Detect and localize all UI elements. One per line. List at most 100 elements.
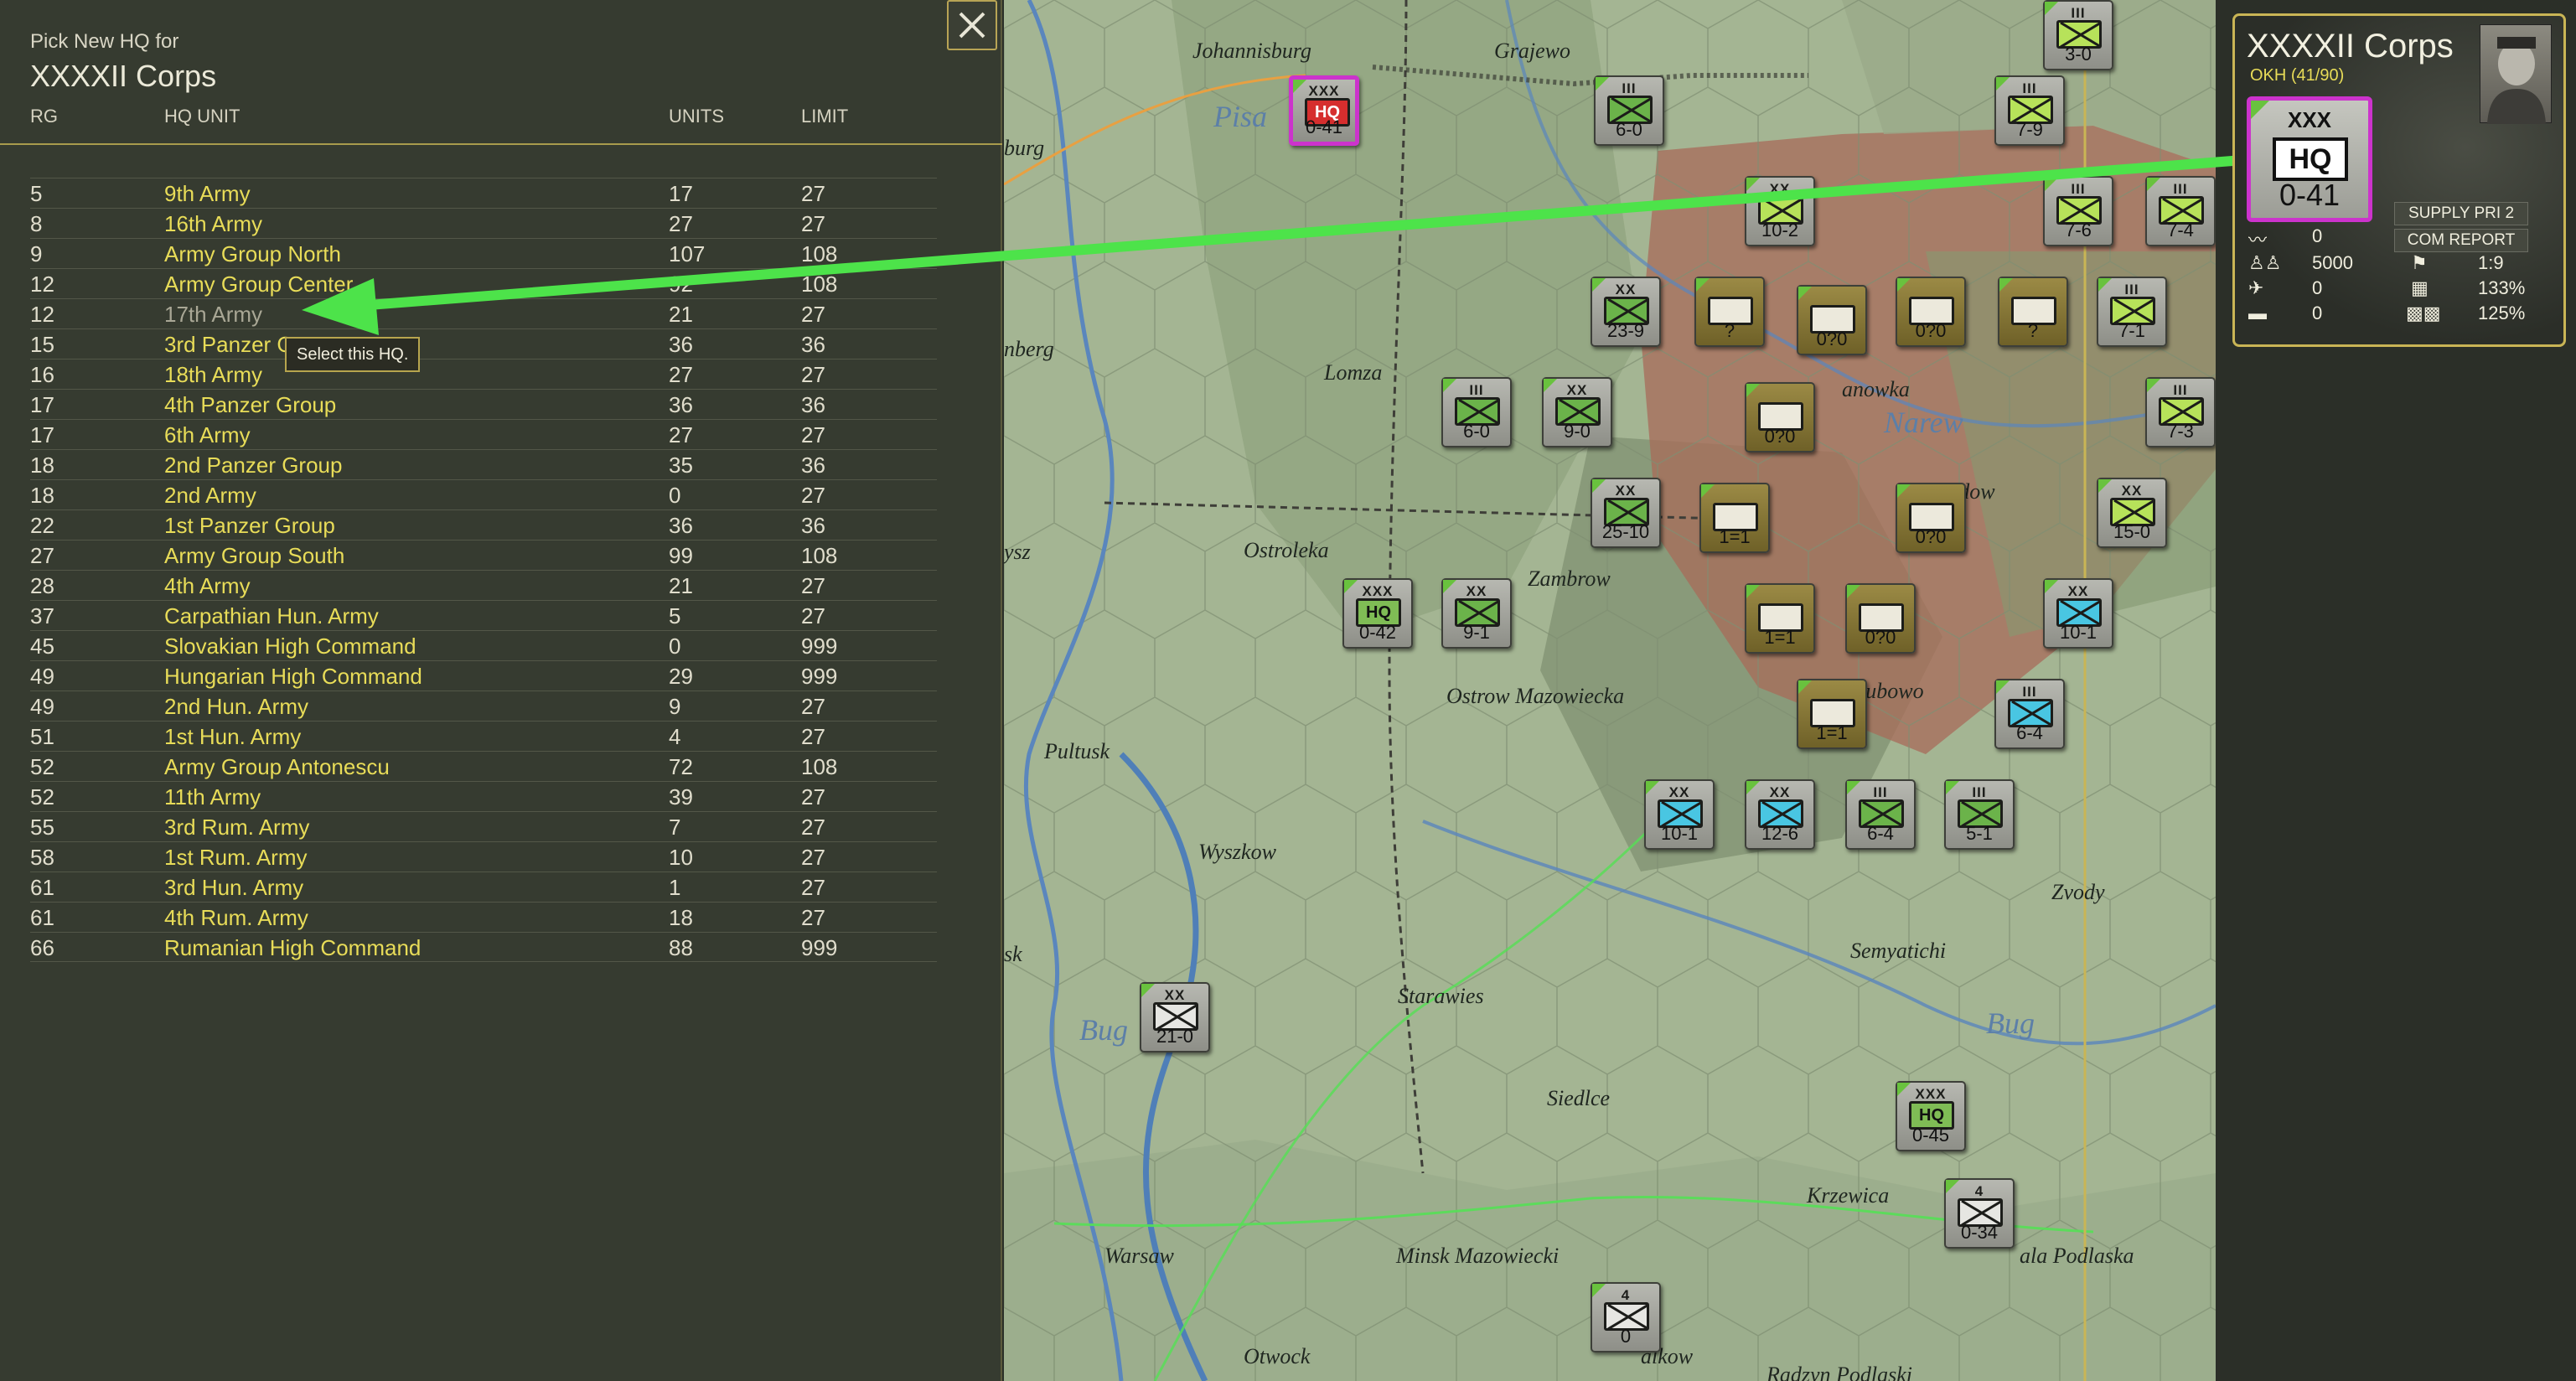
column-header-units[interactable]: UNITS (669, 106, 724, 127)
hq-row[interactable]: 49 Hungarian High Command 29 999 (30, 660, 937, 690)
hq-row[interactable]: 8 16th Army 27 27 (30, 208, 937, 238)
hq-counter-large[interactable]: XXX HQ 0-41 (2247, 96, 2372, 222)
town-label: Ostrow Mazowiecka (1446, 684, 1625, 708)
unit-counter[interactable]: III 7-3 (2145, 377, 2216, 447)
unit-counter[interactable]: 0?0 (1797, 285, 1867, 355)
unit-counter[interactable]: III 3-0 (2043, 0, 2113, 70)
town-label: Ostroleka (1244, 538, 1329, 562)
hq-row[interactable]: 16 18th Army 27 27 (30, 359, 937, 389)
unit-strength: 10-1 (1660, 823, 1699, 844)
hq-row[interactable]: 15 3rd Panzer Group 36 36 (30, 328, 937, 359)
nation-flag-corner (1701, 484, 1715, 498)
unit-counter[interactable]: XX 10-1 (1644, 779, 1715, 850)
hq-row[interactable]: 51 1st Hun. Army 4 27 (30, 721, 937, 751)
unit-counter[interactable]: III 6-0 (1441, 377, 1512, 447)
unit-counter[interactable]: ? (1998, 277, 2068, 347)
town-label: Otwock (1244, 1344, 1311, 1368)
unit-counter[interactable]: 0?0 (1896, 483, 1966, 553)
town-label: Zvody (2051, 880, 2105, 904)
unit-counter[interactable]: 1=1 (1699, 483, 1770, 553)
hq-row[interactable]: 27 Army Group South 99 108 (30, 540, 937, 570)
hq-row-limit: 27 (801, 362, 825, 387)
hq-row-units: 17 (669, 181, 693, 206)
unit-counter[interactable]: ? (1694, 277, 1765, 347)
hq-row[interactable]: 17 6th Army 27 27 (30, 419, 937, 449)
close-button[interactable] (947, 0, 997, 50)
unit-echelon: III (2124, 282, 2139, 297)
unit-strength: 10-1 (2059, 622, 2098, 643)
column-header-rg[interactable]: RG (30, 106, 58, 127)
unit-counter[interactable]: 1=1 (1797, 679, 1867, 749)
hq-row[interactable]: 18 2nd Panzer Group 35 36 (30, 449, 937, 479)
unit-counter[interactable]: 0?0 (1745, 382, 1815, 453)
hq-row-limit: 108 (801, 754, 838, 779)
hq-row[interactable]: 22 1st Panzer Group 36 36 (30, 509, 937, 540)
commander-portrait[interactable] (2480, 24, 2552, 124)
strategic-map[interactable]: JohannisburgGrajewoburgnbergLomzaanowkab… (1004, 0, 2216, 1381)
hq-picker-panel: Pick New HQ for XXXXII Corps RG HQ UNIT … (0, 0, 1002, 1381)
hq-row[interactable]: 58 1st Rum. Army 10 27 (30, 841, 937, 872)
unit-counter[interactable]: XX 10-1 (2043, 578, 2113, 649)
unit-counter[interactable]: III 7-6 (2043, 176, 2113, 246)
hq-row[interactable]: 5 9th Army 17 27 (30, 178, 937, 208)
hq-row[interactable]: 66 Rumanian High Command 88 999 (30, 932, 937, 962)
hq-row[interactable]: 49 2nd Hun. Army 9 27 (30, 690, 937, 721)
hq-row[interactable]: 45 Slovakian High Command 0 999 (30, 630, 937, 660)
selected-unit-card[interactable]: XXXXII Corps OKH (41/90) XXX HQ 0-41 SUP… (2232, 13, 2566, 347)
unit-counter[interactable]: III 6-0 (1594, 75, 1664, 146)
unit-counter[interactable]: XX 9-0 (1542, 377, 1612, 447)
hq-row-name: 4th Panzer Group (164, 392, 337, 417)
hq-row-name: 4th Rum. Army (164, 905, 308, 930)
town-label: Grajewo (1494, 39, 1570, 63)
unit-counter[interactable]: 0?0 (1845, 583, 1916, 654)
unit-counter[interactable]: 0?0 (1896, 277, 1966, 347)
unit-counter[interactable]: III 7-4 (2145, 176, 2216, 246)
hq-row[interactable]: 52 Army Group Antonescu 72 108 (30, 751, 937, 781)
hq-row-limit: 27 (801, 815, 825, 840)
hq-row[interactable]: 55 3rd Rum. Army 7 27 (30, 811, 937, 841)
hq-row[interactable]: 61 3rd Hun. Army 1 27 (30, 872, 937, 902)
town-label: ala Podlaska (2020, 1244, 2134, 1268)
hq-row-name: 16th Army (164, 211, 263, 236)
unit-counter[interactable]: XX 23-9 (1591, 277, 1661, 347)
unit-counter[interactable]: XXX HQ 0-41 (1289, 75, 1359, 146)
unit-strength: 15-0 (2113, 521, 2151, 542)
hq-row-units: 1 (669, 875, 681, 900)
hq-row[interactable]: 61 4th Rum. Army 18 27 (30, 902, 937, 932)
unit-counter[interactable]: III 5-1 (1944, 779, 2015, 850)
hq-strength: 0-41 (2279, 178, 2341, 212)
hq-row-name: 2nd Hun. Army (164, 694, 308, 719)
supply-priority-button[interactable]: SUPPLY PRI 2 (2394, 202, 2528, 225)
unit-counter[interactable]: 40 (1591, 1282, 1661, 1353)
unit-counter[interactable]: III 7-9 (1994, 75, 2065, 146)
unit-counter[interactable]: 4 0-34 (1944, 1178, 2015, 1249)
unit-counter[interactable]: XX 9-1 (1441, 578, 1512, 649)
hq-row-name: 1st Rum. Army (164, 845, 308, 870)
hq-row-limit: 108 (801, 543, 838, 568)
unit-counter[interactable]: XXX HQ 0-42 (1342, 578, 1413, 649)
hq-row[interactable]: 9 Army Group North 107 108 (30, 238, 937, 268)
unit-counter[interactable]: III 6-4 (1845, 779, 1916, 850)
unit-counter[interactable]: XX 15-0 (2097, 478, 2167, 548)
unit-echelon: III (1622, 80, 1637, 96)
com-report-button[interactable]: COM REPORT (2394, 229, 2528, 252)
hq-row[interactable]: 12 Army Group Center 92 108 (30, 268, 937, 298)
unit-counter[interactable]: XX 10-2 (1745, 176, 1815, 246)
column-header-limit[interactable]: LIMIT (801, 106, 848, 127)
unit-counter[interactable]: XXX HQ 0-45 (1896, 1081, 1966, 1151)
hq-row[interactable]: 18 2nd Army 0 27 (30, 479, 937, 509)
unit-counter[interactable]: XX 25-10 (1591, 478, 1661, 548)
hq-row[interactable]: 37 Carpathian Hun. Army 5 27 (30, 600, 937, 630)
unit-counter[interactable]: XX 12-6 (1745, 779, 1815, 850)
hq-row[interactable]: 12 17th Army 21 27 (30, 298, 937, 328)
hq-row[interactable]: 28 4th Army 21 27 (30, 570, 937, 600)
hq-row-units: 5 (669, 603, 681, 628)
hq-symbol: HQ (2273, 137, 2348, 181)
unit-counter[interactable]: III 6-4 (1994, 679, 2065, 749)
unit-counter[interactable]: XX 21-0 (1140, 982, 1210, 1053)
column-header-hq-unit[interactable]: HQ UNIT (164, 106, 240, 127)
hq-row[interactable]: 52 11th Army 39 27 (30, 781, 937, 811)
unit-counter[interactable]: III 7-1 (2097, 277, 2167, 347)
hq-row[interactable]: 17 4th Panzer Group 36 36 (30, 389, 937, 419)
unit-counter[interactable]: 1=1 (1745, 583, 1815, 654)
